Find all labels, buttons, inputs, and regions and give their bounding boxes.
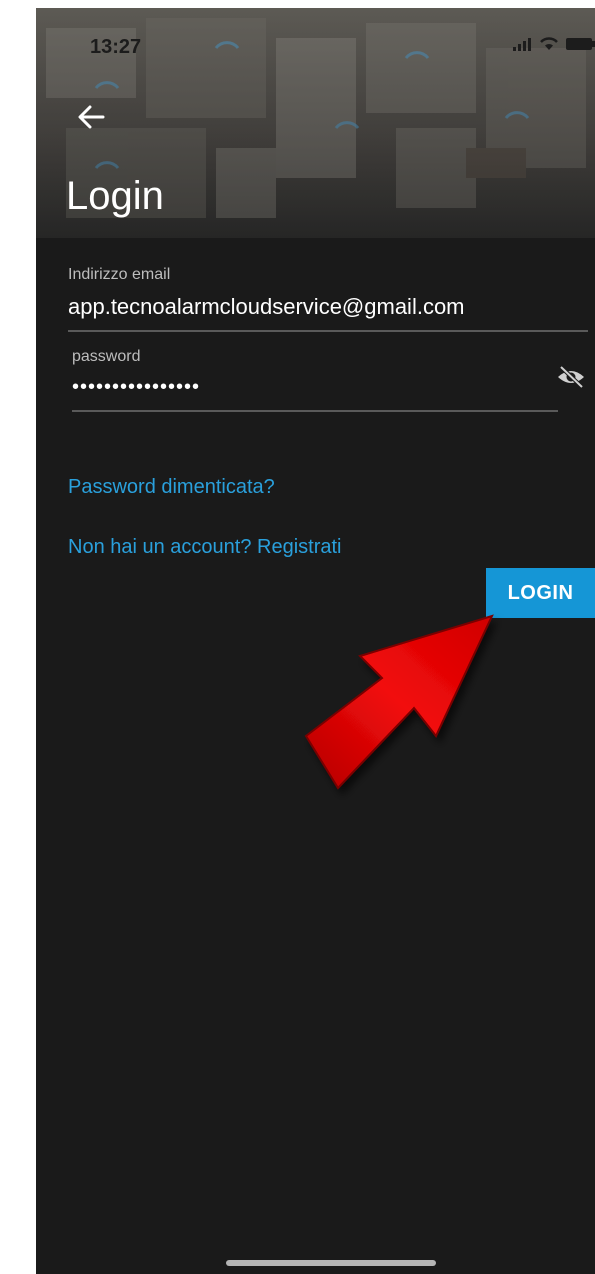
forgot-password-link[interactable]: Password dimenticata? — [68, 476, 275, 499]
status-icons — [513, 36, 595, 51]
signal-icon — [513, 38, 531, 51]
eye-off-icon[interactable] — [556, 364, 586, 390]
app-screen: 13:27 Login Indirizzo email app.tecnoala… — [36, 8, 595, 1274]
email-label: Indirizzo email — [68, 266, 171, 283]
password-underline — [72, 410, 558, 412]
wifi-icon — [540, 37, 558, 50]
email-underline — [68, 330, 588, 332]
arrow-left-icon[interactable] — [76, 102, 106, 132]
password-value[interactable]: •••••••••••••••• — [72, 376, 200, 399]
battery-icon — [566, 38, 595, 50]
home-indicator — [226, 1260, 436, 1266]
header-banner: 13:27 Login — [36, 8, 595, 238]
password-label: password — [72, 348, 141, 365]
status-time: 13:27 — [90, 36, 142, 58]
register-link[interactable]: Non hai un account? Registrati — [68, 536, 342, 559]
page-title: Login — [66, 174, 164, 218]
red-arrow-icon — [304, 614, 494, 790]
email-value[interactable]: app.tecnoalarmcloudservice@gmail.com — [68, 294, 465, 320]
